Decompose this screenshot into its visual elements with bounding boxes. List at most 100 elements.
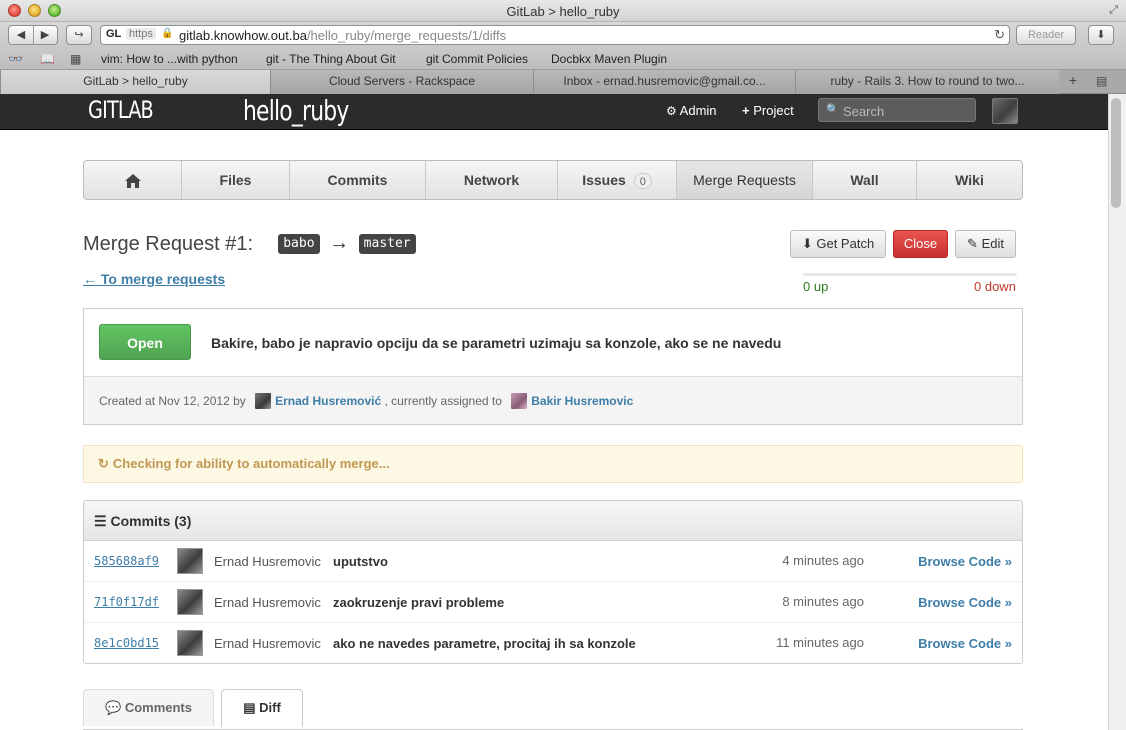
browse-code-link[interactable]: Browse Code » (918, 636, 1012, 651)
url-path: /hello_ruby/merge_requests/1/diffs (306, 28, 507, 43)
merge-request-heading: Merge Request #1: babo → master (83, 232, 416, 256)
state-open-badge[interactable]: Open (99, 324, 191, 360)
browse-code-link[interactable]: Browse Code » (918, 554, 1012, 569)
bookmark-item[interactable]: vim: How to ...with python (101, 52, 238, 66)
browser-tab[interactable]: ruby - Rails 3. How to round to two... (795, 70, 1059, 94)
page-scrollbar-thumb[interactable] (1111, 98, 1121, 208)
commit-sha-link[interactable]: 8e1c0bd15 (94, 636, 159, 650)
commit-author-avatar (177, 548, 203, 574)
nav-network[interactable]: Network (426, 161, 558, 199)
url-host: gitlab.knowhow.out.ba (179, 28, 307, 43)
nav-issues[interactable]: Issues 0 (558, 161, 677, 199)
new-project-label: Project (753, 103, 794, 118)
assignee-avatar (511, 393, 528, 409)
admin-link[interactable]: ⚙ Admin (666, 103, 717, 118)
tab-overview-icon[interactable]: ▤ (1096, 74, 1107, 88)
url-text[interactable]: gitlab.knowhow.out.ba/hello_ruby/merge_r… (179, 28, 506, 43)
https-label: https (126, 28, 156, 40)
bookmarks-book-icon[interactable]: 📖 (40, 52, 55, 66)
back-forward-buttons: ◀ ▶ (8, 25, 58, 45)
list-icon: ☰ (94, 513, 107, 529)
bookmark-item[interactable]: git Commit Policies (426, 52, 528, 66)
edit-button[interactable]: ✎ Edit (955, 230, 1016, 258)
diff-icon: ▤ (243, 700, 256, 715)
commit-row: 71f0f17df Ernad Husremovic zaokruzenje p… (84, 582, 1022, 623)
edit-icon: ✎ (967, 236, 978, 251)
browser-tab[interactable]: GitLab > hello_ruby (0, 70, 270, 94)
comment-icon: 💬 (105, 700, 122, 715)
votes-up: 0 up (803, 279, 829, 294)
new-project-link[interactable]: + Project (742, 103, 794, 118)
plus-icon: + (742, 103, 750, 118)
reading-list-icon[interactable]: 👓 (8, 52, 23, 66)
search-input[interactable] (843, 102, 971, 120)
back-icon[interactable]: ◀ (9, 26, 33, 44)
merge-request-meta: Created at Nov 12, 2012 by Ernad Husremo… (84, 376, 1022, 424)
commit-message: zaokruzenje pravi probleme (333, 595, 505, 610)
reload-icon[interactable]: ↻ (994, 27, 1005, 43)
browser-tab-strip: GitLab > hello_ruby Cloud Servers - Rack… (0, 70, 1126, 94)
browser-tab[interactable]: Cloud Servers - Rackspace (270, 70, 533, 94)
fullscreen-icon[interactable]: ⤢ (1109, 4, 1118, 17)
branch-arrow: → (329, 232, 350, 254)
mr-content-tabs: 💬 Comments ▤ Diff (83, 689, 1023, 730)
commit-message: ako ne navedes parametre, procitaj ih sa… (333, 636, 636, 651)
commit-message: uputstvo (333, 554, 388, 569)
commit-sha-link[interactable]: 585688af9 (94, 554, 159, 568)
nav-wall[interactable]: Wall (813, 161, 917, 199)
new-tab-icon[interactable]: + (1062, 72, 1084, 92)
target-branch-label: master (358, 234, 416, 254)
project-nav: Files Commits Network Issues 0 Merge Requ… (83, 160, 1023, 200)
commits-heading-text: Commits (3) (110, 513, 192, 529)
project-title[interactable]: hello_ruby (243, 94, 349, 127)
get-patch-label: Get Patch (816, 236, 875, 251)
get-patch-button[interactable]: ⬇ Get Patch (790, 230, 886, 258)
site-favicon: GL (106, 28, 122, 40)
nav-merge-requests[interactable]: Merge Requests (677, 161, 813, 199)
tab-diff-label: Diff (259, 700, 281, 715)
commit-row: 585688af9 Ernad Husremovic uputstvo 4 mi… (84, 541, 1022, 582)
nav-home[interactable] (84, 161, 182, 199)
browser-tab[interactable]: Inbox - ernad.husremovic@gmail.co... (533, 70, 795, 94)
commit-time: 8 minutes ago (782, 594, 864, 609)
assigned-text: , currently assigned to (384, 394, 502, 408)
commit-row: 8e1c0bd15 Ernad Husremovic ako ne navede… (84, 623, 1022, 663)
share-icon[interactable]: ↪ (66, 25, 92, 45)
commit-sha-link[interactable]: 71f0f17df (94, 595, 159, 609)
author-link[interactable]: Ernad Husremović (275, 394, 381, 408)
author-avatar (255, 393, 272, 409)
automerge-check-text: Checking for ability to automatically me… (112, 456, 390, 471)
bookmark-item[interactable]: git - The Thing About Git (266, 52, 396, 66)
browse-code-link[interactable]: Browse Code » (918, 595, 1012, 610)
forward-icon[interactable]: ▶ (33, 26, 57, 44)
nav-wiki[interactable]: Wiki (917, 161, 1022, 199)
admin-label: Admin (679, 103, 717, 118)
close-button[interactable]: Close (893, 230, 948, 258)
merge-request-meta-line: Created at Nov 12, 2012 by Ernad Husremo… (99, 393, 633, 409)
download-icon: ⬇ (801, 236, 813, 251)
nav-commits[interactable]: Commits (290, 161, 426, 199)
commit-author-avatar (177, 630, 203, 656)
user-avatar[interactable] (992, 98, 1018, 124)
address-bar[interactable]: GL https 🔒 gitlab.knowhow.out.ba/hello_r… (100, 25, 1010, 45)
tab-comments-label: Comments (124, 700, 192, 715)
lock-icon: 🔒 (161, 28, 174, 39)
assignee-link[interactable]: Bakir Husremovic (531, 394, 633, 408)
reader-button[interactable]: Reader (1016, 25, 1076, 45)
bookmark-item[interactable]: Docbkx Maven Plugin (551, 52, 667, 66)
downloads-icon[interactable]: ⬇ (1088, 25, 1114, 45)
top-sites-grid-icon[interactable]: ▦ (70, 52, 81, 66)
tab-comments[interactable]: 💬 Comments (83, 689, 214, 726)
commits-heading: ☰ Commits (3) (84, 501, 1022, 541)
source-branch-label: babo (278, 234, 320, 254)
back-to-merge-requests-link[interactable]: ← To merge requests (83, 271, 225, 287)
nav-files[interactable]: Files (182, 161, 290, 199)
merge-request-title: Merge Request #1: (83, 233, 254, 255)
commits-panel: ☰ Commits (3) 585688af9 Ernad Husremovic… (83, 500, 1023, 664)
votes-down: 0 down (974, 279, 1016, 294)
issues-count-badge: 0 (633, 173, 652, 190)
browser-toolbar: ◀ ▶ ↪ GL https 🔒 gitlab.knowhow.out.ba/he… (0, 22, 1126, 48)
gitlab-logo[interactable]: GITLAB (88, 96, 154, 124)
tab-diff[interactable]: ▤ Diff (221, 689, 303, 727)
search-icon: 🔍 (826, 104, 840, 116)
